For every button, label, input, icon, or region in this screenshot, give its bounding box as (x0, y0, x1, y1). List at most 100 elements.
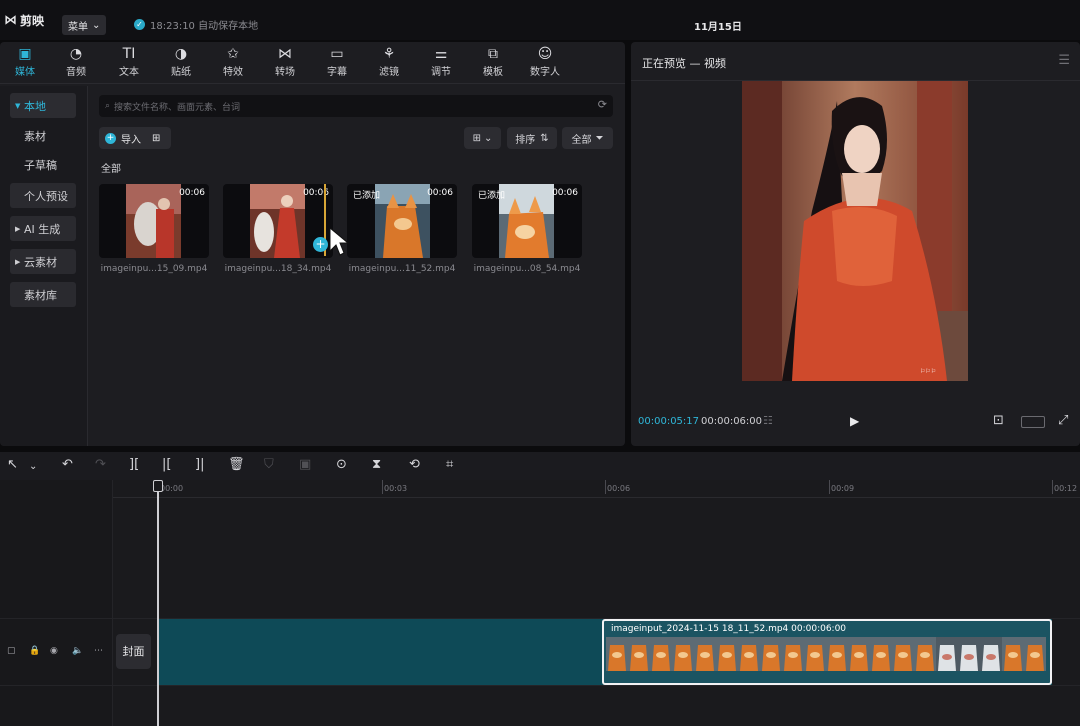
menu-icon[interactable]: ☰ (1058, 53, 1070, 68)
ruler-tick: 00:06 (604, 480, 631, 494)
tab-adjust[interactable]: ⚌ 调节 (418, 45, 464, 78)
logo-icon: ⋈ (4, 13, 17, 28)
tab-subtitle[interactable]: ▭ 字幕 (314, 45, 360, 78)
chevron-down-icon[interactable]: ⌄ (29, 460, 37, 474)
sidebar-item-label: 素材 (24, 129, 46, 143)
tab-label: 数字人 (530, 67, 560, 78)
section-title: 全部 (101, 164, 121, 175)
sidebar-item-label: 本地 (24, 99, 46, 113)
playhead-handle[interactable] (153, 480, 163, 492)
play-icon[interactable]: ▶ (850, 414, 859, 428)
sidebar-item-local[interactable]: ▼ 本地 (10, 93, 76, 118)
app-window: ⋈ 剪映 菜单 ⌄ ✓ 18:23:10 自动保存本地 11月15日 ▣ 媒体 … (0, 0, 1080, 726)
subtitle-icon: ▭ (330, 46, 344, 62)
sidebar-item-cloud[interactable]: ▶ 云素材 (10, 249, 76, 274)
menu-button[interactable]: 菜单 ⌄ (62, 15, 107, 35)
timecode-grid-icon[interactable]: ☷ (763, 414, 773, 427)
ruler-tick: 00:09 (828, 480, 855, 494)
clip-thumbnail (250, 184, 305, 258)
view-mode-button[interactable]: ⊞ ⌄ (464, 127, 501, 149)
lock-icon[interactable]: 🔒 (29, 646, 40, 656)
chevron-down-icon: ⌄ (92, 19, 101, 31)
search-input[interactable]: ⌕ 搜索文件名称、画面元素、台词 ⟳ (99, 95, 613, 117)
tab-label: 模板 (483, 67, 503, 78)
timeline-panel: 00:00 00:03 00:06 00:09 00:12 ▢ 🔒 ◉ 🔈 ⋯ … (0, 480, 1080, 726)
sort-button[interactable]: 排序 ⇅ (507, 127, 557, 149)
timeline-clip-selected[interactable]: imageinput_2024-11-15 18_11_52.mp4 00:00… (602, 619, 1052, 685)
check-icon: ✓ (134, 19, 145, 30)
filter-button[interactable]: 全部 ⏷ (562, 127, 613, 149)
menu-label: 菜单 (68, 21, 88, 33)
ruler-tick: 00:00 (157, 480, 184, 494)
fullscreen-icon[interactable]: ⤢ (1058, 413, 1068, 428)
refresh-icon[interactable]: ⟳ (598, 98, 607, 111)
added-badge: 已添加 (478, 191, 506, 201)
tab-effects[interactable]: ✩ 特效 (210, 45, 256, 78)
tab-label: 音频 (66, 67, 86, 78)
delete-icon[interactable]: 🗑 (228, 458, 245, 472)
cover-button[interactable]: 封面 (116, 634, 151, 669)
zoom-fit-icon[interactable]: ⊡ (993, 413, 1004, 428)
volume-icon[interactable]: 🔈 (72, 646, 83, 656)
split-icon[interactable]: ][ (129, 458, 139, 472)
autosave-text: 18:23:10 自动保存本地 (150, 21, 259, 32)
mouse-cursor-icon (329, 227, 349, 256)
template-icon: ⧉ (488, 46, 498, 62)
timeline-playhead[interactable] (157, 480, 159, 726)
redo-icon[interactable]: ↷ (95, 458, 106, 472)
time-ruler[interactable]: 00:00 00:03 00:06 00:09 00:12 (113, 480, 1080, 498)
tab-text[interactable]: TI 文本 (106, 45, 152, 78)
tab-sticker[interactable]: ◑ 贴纸 (158, 45, 204, 78)
freeze-frame-icon[interactable]: ▣ (299, 458, 311, 472)
select-tool-icon[interactable]: ↖ (7, 458, 18, 472)
tab-filter[interactable]: ⚘ 滤镜 (366, 45, 412, 78)
sidebar-item-subdraft[interactable]: 子草稿 (10, 152, 76, 177)
sidebar-item-label: 个人预设 (24, 189, 68, 203)
tab-template[interactable]: ⧉ 模板 (470, 45, 516, 78)
media-clip[interactable]: 已添加 00:06 (347, 184, 457, 258)
aspect-ratio-button[interactable] (1021, 416, 1045, 428)
sidebar-item-library[interactable]: 素材库 (10, 282, 76, 307)
add-to-timeline-icon[interactable]: + (313, 237, 328, 252)
tab-audio[interactable]: ◔ 音频 (53, 45, 99, 78)
mirror-icon[interactable]: ⧗ (372, 458, 381, 472)
tab-label: 媒体 (15, 67, 35, 78)
media-clip[interactable]: 00:06 (99, 184, 209, 258)
chevron-down-icon: ⌄ (484, 132, 493, 144)
tab-label: 文本 (119, 67, 139, 78)
filter-label: 全部 (571, 134, 592, 146)
tab-digital-human[interactable]: ☺ 数字人 (522, 45, 568, 78)
media-icon: ▣ (18, 46, 32, 62)
sidebar-item-material[interactable]: 素材 (10, 123, 76, 148)
clip-thumbnail (375, 184, 430, 258)
reverse-play-icon[interactable]: ⊙ (336, 458, 347, 472)
clip-thumbnail (499, 184, 554, 258)
tab-label: 滤镜 (379, 67, 399, 78)
track-cover-icon[interactable]: ▢ (7, 646, 16, 656)
clip-duration: 00:06 (427, 188, 453, 198)
eye-icon[interactable]: ◉ (50, 646, 58, 656)
sidebar-item-ai-generate[interactable]: ▶ AI 生成 (10, 216, 76, 241)
tab-label: 转场 (275, 67, 295, 78)
transition-icon: ⋈ (278, 46, 292, 62)
sidebar-item-personal-preset[interactable]: 个人预设 (10, 183, 76, 208)
split-right-icon[interactable]: ]| (195, 458, 204, 472)
import-button[interactable]: + 导入 ⊞ (99, 127, 171, 149)
title-bar: ⋈ 剪映 菜单 ⌄ ✓ 18:23:10 自动保存本地 11月15日 (0, 0, 1080, 40)
svg-text:⚐⚐⚐: ⚐⚐⚐ (920, 368, 936, 375)
sort-icon: ⇅ (540, 132, 549, 144)
shield-icon[interactable]: ⛉ (264, 458, 274, 472)
rotate-icon[interactable]: ⟲ (409, 458, 420, 472)
split-left-icon[interactable]: |[ (162, 458, 171, 472)
tab-transition[interactable]: ⋈ 转场 (262, 45, 308, 78)
ruler-tick: 00:12 (1051, 480, 1078, 494)
tab-media[interactable]: ▣ 媒体 (2, 45, 48, 78)
tab-label: 字幕 (327, 67, 347, 78)
filter-icon: ⚘ (382, 46, 396, 62)
undo-icon[interactable]: ↶ (62, 458, 73, 472)
sidebar-item-label: 云素材 (24, 255, 57, 269)
sort-label: 排序 (515, 134, 536, 146)
crop-icon[interactable]: ⌗ (446, 458, 453, 472)
media-clip[interactable]: 已添加 00:06 (472, 184, 582, 258)
more-icon[interactable]: ⋯ (94, 646, 103, 656)
